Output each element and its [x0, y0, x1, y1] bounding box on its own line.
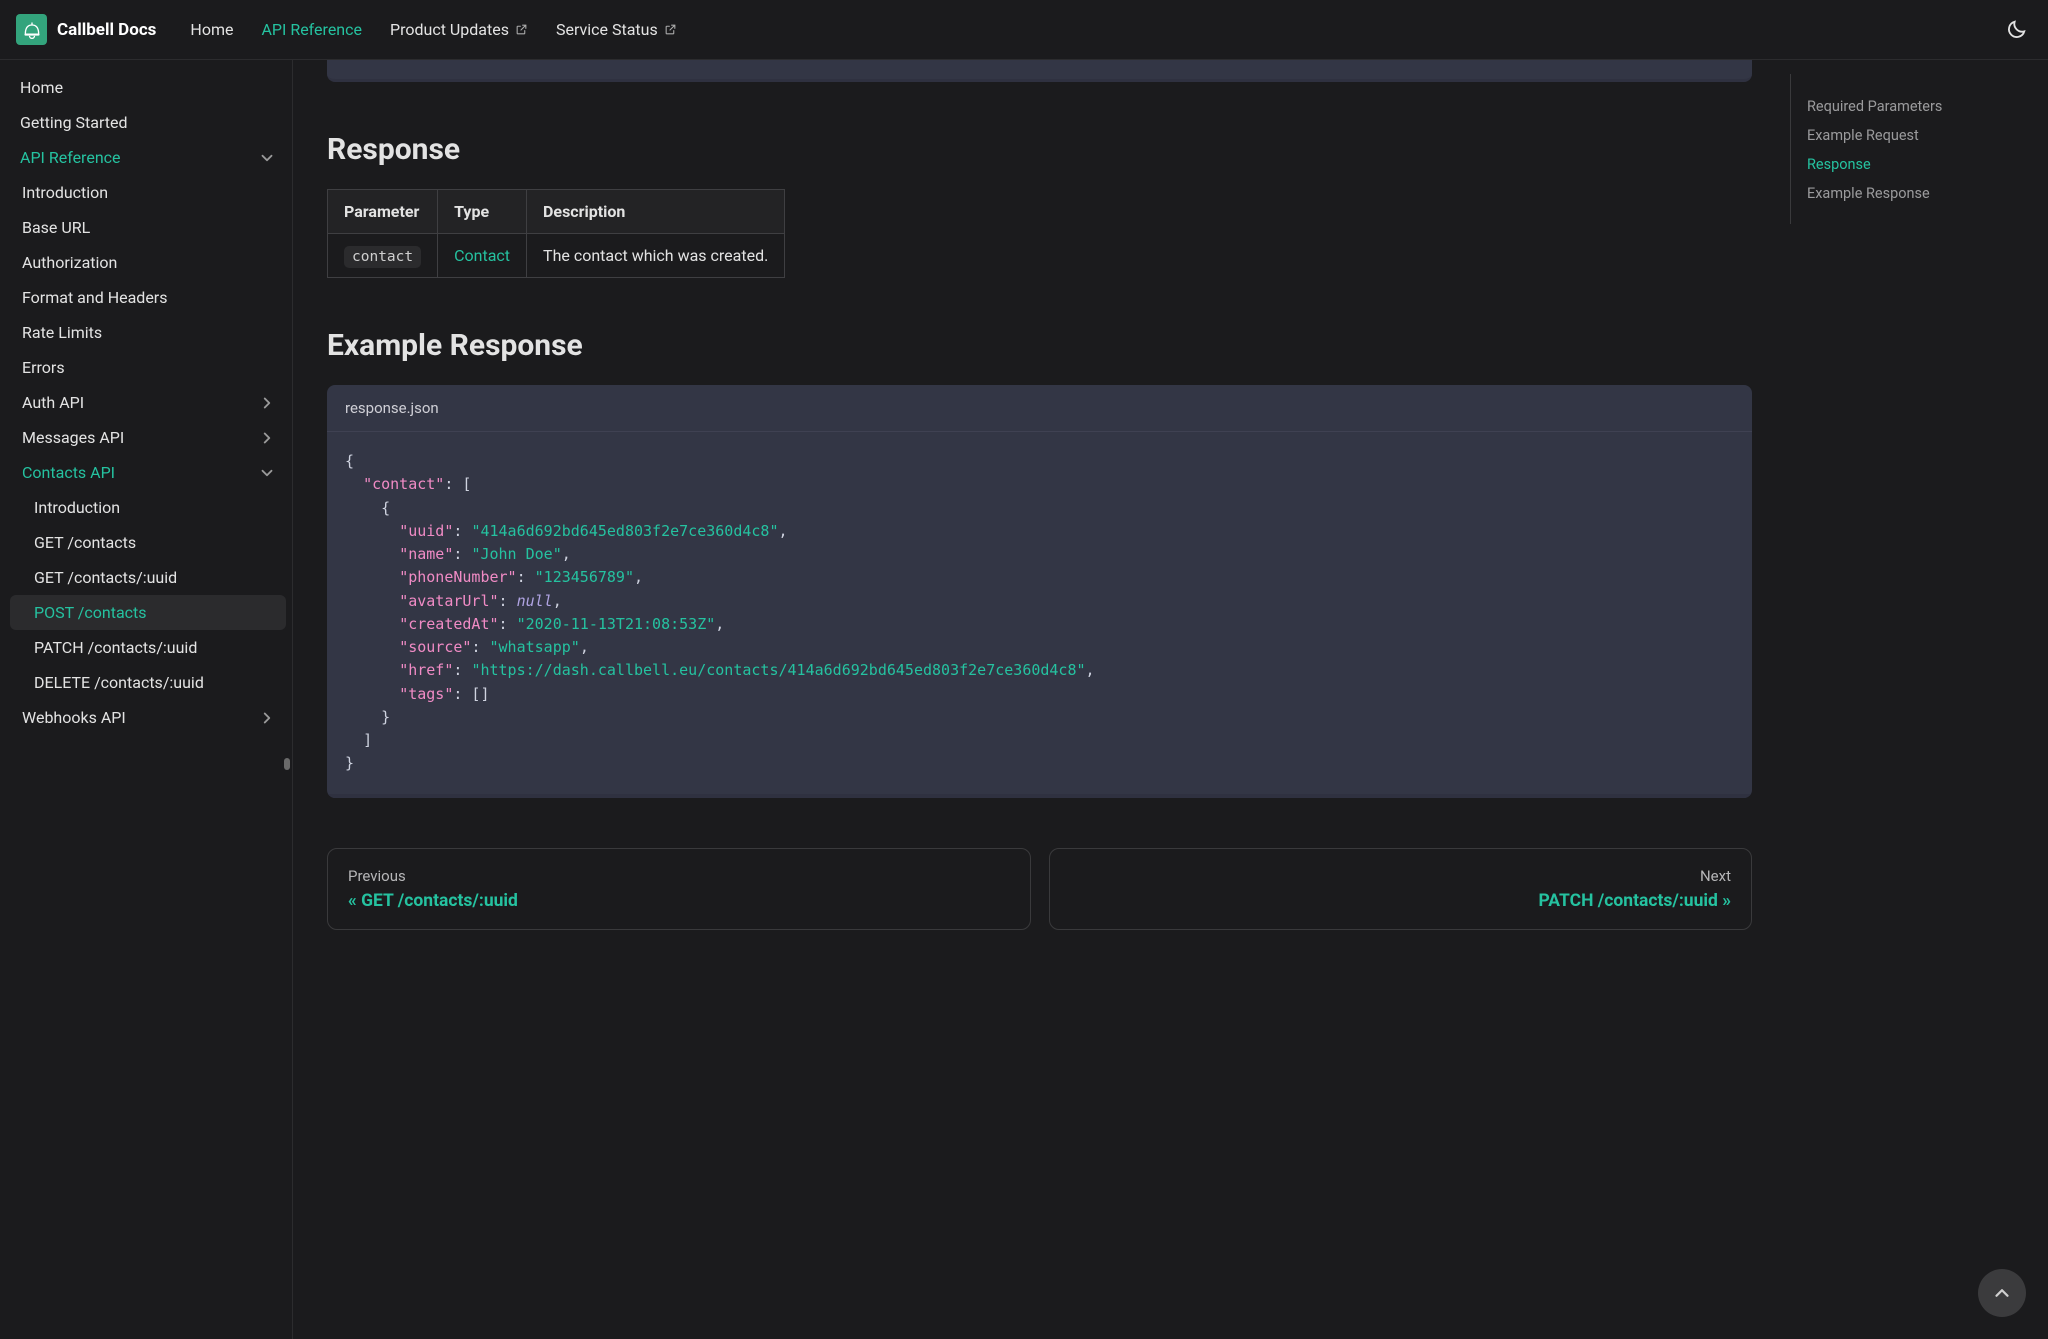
- sidebar-item-get-contacts-uuid[interactable]: GET /contacts/:uuid: [10, 560, 286, 595]
- toc-example-response[interactable]: Example Response: [1807, 179, 2022, 208]
- chevron-right-icon: [258, 429, 276, 447]
- param-desc: The contact which was created.: [527, 234, 785, 278]
- sidebar-item-patch-contacts[interactable]: PATCH /contacts/:uuid: [10, 630, 286, 665]
- theme-toggle[interactable]: [2000, 14, 2032, 46]
- th-type: Type: [438, 190, 527, 234]
- chevron-up-icon: [1991, 1282, 2013, 1304]
- pager-next-label: Next: [1070, 867, 1732, 885]
- sidebar-item-base-url[interactable]: Base URL: [10, 210, 286, 245]
- main-content: Response Parameter Type Description cont…: [293, 60, 1786, 1339]
- th-description: Description: [527, 190, 785, 234]
- external-link-icon: [515, 23, 528, 36]
- pager-prev-title: « GET /contacts/:uuid: [348, 891, 1010, 911]
- nav-product-updates[interactable]: Product Updates: [390, 20, 528, 39]
- sidebar-item-post-contacts[interactable]: POST /contacts: [10, 595, 286, 630]
- pager-next-title: PATCH /contacts/:uuid »: [1070, 891, 1732, 911]
- external-link-icon: [664, 23, 677, 36]
- scroll-to-top-button[interactable]: [1978, 1269, 2026, 1317]
- sidebar-item-authorization[interactable]: Authorization: [10, 245, 286, 280]
- sidebar-item-introduction[interactable]: Introduction: [10, 175, 286, 210]
- nav-service-status-label: Service Status: [556, 20, 658, 39]
- nav-home[interactable]: Home: [190, 20, 233, 39]
- heading-example-response: Example Response: [327, 328, 1752, 363]
- sidebar-item-contacts-api[interactable]: Contacts API: [10, 455, 286, 490]
- sidebar-item-messages-api[interactable]: Messages API: [10, 420, 286, 455]
- code-body: { "contact": [ { "uuid": "414a6d692bd645…: [327, 432, 1752, 798]
- brand-title: Callbell Docs: [57, 20, 156, 40]
- code-filename: response.json: [327, 385, 1752, 432]
- nav-product-updates-label: Product Updates: [390, 20, 509, 39]
- nav-service-status[interactable]: Service Status: [556, 20, 677, 39]
- toc-example-request[interactable]: Example Request: [1807, 121, 2022, 150]
- chevron-right-icon: [258, 709, 276, 727]
- previous-codeblock-edge: [327, 60, 1752, 82]
- pager-next[interactable]: Next PATCH /contacts/:uuid »: [1049, 848, 1753, 930]
- sidebar-item-delete-contacts[interactable]: DELETE /contacts/:uuid: [10, 665, 286, 700]
- table-of-contents: Required Parameters Example Request Resp…: [1790, 74, 2038, 224]
- bell-logo-icon: [16, 14, 47, 45]
- sidebar-item-contacts-intro[interactable]: Introduction: [10, 490, 286, 525]
- brand-logo-wrap[interactable]: Callbell Docs: [16, 14, 156, 45]
- pagination: Previous « GET /contacts/:uuid Next PATC…: [327, 848, 1752, 930]
- sidebar-item-get-contacts[interactable]: GET /contacts: [10, 525, 286, 560]
- sidebar-item-format[interactable]: Format and Headers: [10, 280, 286, 315]
- sidebar-item-errors[interactable]: Errors: [10, 350, 286, 385]
- th-parameter: Parameter: [328, 190, 438, 234]
- sidebar-scrollbar[interactable]: [284, 758, 290, 770]
- chevron-down-icon: [258, 464, 276, 482]
- toc-required-parameters[interactable]: Required Parameters: [1807, 92, 2022, 121]
- moon-icon: [2005, 19, 2027, 41]
- heading-response: Response: [327, 132, 1752, 167]
- sidebar-item-auth-api[interactable]: Auth API: [10, 385, 286, 420]
- pager-previous[interactable]: Previous « GET /contacts/:uuid: [327, 848, 1031, 930]
- sidebar-item-getting-started[interactable]: Getting Started: [10, 105, 286, 140]
- pager-prev-label: Previous: [348, 867, 1010, 885]
- chevron-down-icon: [258, 149, 276, 167]
- table-row: contact Contact The contact which was cr…: [328, 234, 785, 278]
- sidebar-item-home[interactable]: Home: [10, 70, 286, 105]
- param-code: contact: [344, 246, 421, 268]
- type-link[interactable]: Contact: [454, 246, 510, 265]
- sidebar-item-rate-limits[interactable]: Rate Limits: [10, 315, 286, 350]
- code-block: response.json { "contact": [ { "uuid": "…: [327, 385, 1752, 798]
- nav-api-reference[interactable]: API Reference: [261, 20, 362, 39]
- chevron-right-icon: [258, 394, 276, 412]
- response-table: Parameter Type Description contact Conta…: [327, 189, 785, 278]
- sidebar: Home Getting Started API Reference Intro…: [0, 60, 293, 1339]
- sidebar-item-api-reference[interactable]: API Reference: [10, 140, 286, 175]
- sidebar-item-webhooks-api[interactable]: Webhooks API: [10, 700, 286, 735]
- toc-response[interactable]: Response: [1807, 150, 2022, 179]
